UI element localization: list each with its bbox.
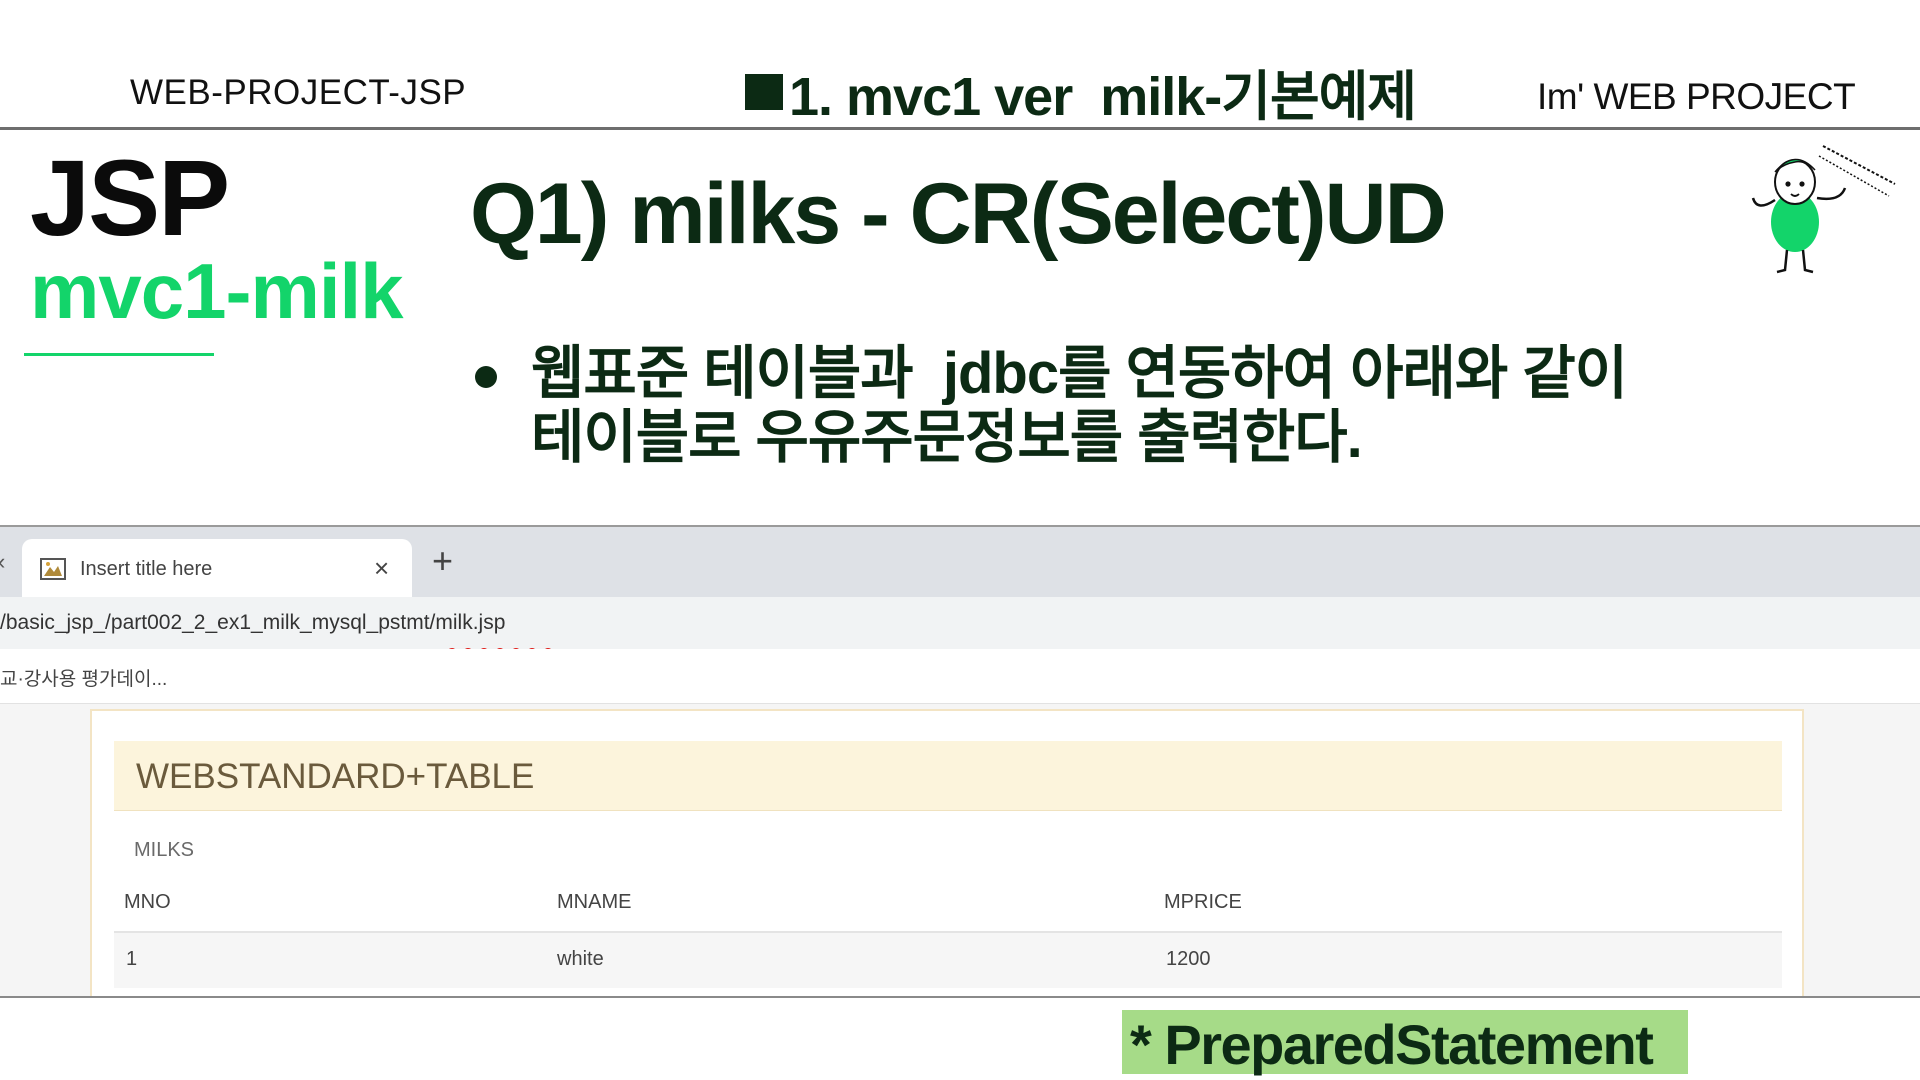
cell-mname: white: [557, 948, 604, 970]
column-header-mno: MNO: [124, 891, 171, 913]
cell-mno: 1: [126, 948, 138, 970]
mascot-character-icon: [1751, 145, 1896, 274]
bullet-dot-icon: [475, 366, 497, 388]
bullet-line-2: 테이블로 우유주문정보를 출력한다.: [531, 405, 1363, 470]
header-center-title: 1. mvc1 ver milk-기본예제: [745, 52, 1417, 131]
address-bar[interactable]: /basic_jsp_/part002_2_ex1_milk_mysql_pst…: [0, 597, 1920, 649]
header-center-text: 1. mvc1 ver milk-기본예제: [789, 67, 1417, 127]
page-card: WEBSTANDARD+TABLE MILKS MNO MNAME MPRICE…: [90, 709, 1804, 996]
tab-strip: ‹ Insert title here × +: [0, 527, 1920, 597]
cell-mprice: 1200: [1166, 948, 1211, 970]
sub-title: mvc1-milk: [30, 247, 404, 335]
bullet-item: 웹표준 테이블과 jdbc를 연동하여 아래와 같이 테이블로 우유주문정보를 …: [475, 341, 1628, 470]
header-right-label: Im' WEB PROJECT: [1537, 76, 1856, 117]
tab-title: Insert title here: [80, 558, 213, 580]
header-divider: [0, 127, 1920, 130]
bullet-text: 웹표준 테이블과 jdbc를 연동하여 아래와 같이 테이블로 우유주문정보를 …: [531, 341, 1628, 470]
prepared-statement-text: * PreparedStatement: [1130, 1013, 1654, 1076]
bullet-line-1: 웹표준 테이블과 jdbc를 연동하여 아래와 같이: [531, 341, 1628, 406]
new-tab-icon[interactable]: +: [432, 543, 453, 579]
browser-tab[interactable]: Insert title here ×: [22, 539, 412, 597]
bookmark-item[interactable]: 교·강사용 평가데이...: [0, 664, 167, 691]
table-row: [114, 933, 1782, 988]
question-title: Q1) milks - CR(Select)UD: [470, 166, 1447, 262]
header-left-label: WEB-PROJECT-JSP: [130, 73, 467, 112]
main-title: JSP: [30, 137, 230, 258]
favicon-icon: [40, 558, 66, 580]
page-banner: WEBSTANDARD+TABLE: [114, 741, 1782, 811]
browser-screenshot: ‹ Insert title here × + /basic_jsp_/part…: [0, 525, 1920, 998]
table-caption: MILKS: [134, 839, 195, 861]
column-header-mprice: MPRICE: [1164, 891, 1242, 913]
sub-title-underline: [24, 353, 214, 356]
close-tab-icon[interactable]: ×: [374, 553, 389, 584]
square-bullet-icon: [745, 73, 783, 110]
prepared-statement-highlight: * PreparedStatement: [1122, 1010, 1688, 1076]
prev-tab-icon[interactable]: ‹: [0, 549, 5, 575]
page-viewport: WEBSTANDARD+TABLE MILKS MNO MNAME MPRICE…: [0, 704, 1920, 996]
bookmarks-bar: 교·강사용 평가데이...: [0, 649, 1920, 704]
url-text[interactable]: /basic_jsp_/part002_2_ex1_milk_mysql_pst…: [0, 611, 505, 635]
banner-title: WEBSTANDARD+TABLE: [136, 757, 535, 796]
column-header-mname: MNAME: [557, 891, 632, 913]
